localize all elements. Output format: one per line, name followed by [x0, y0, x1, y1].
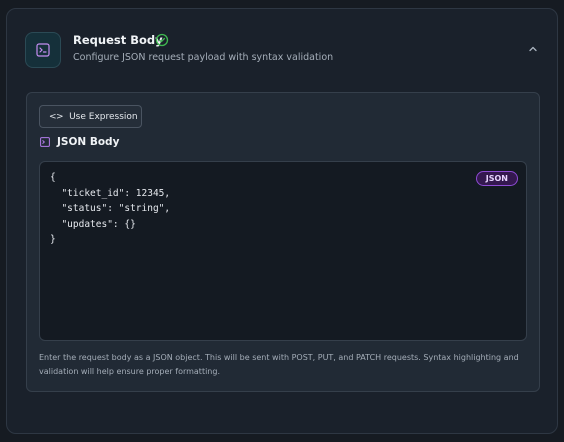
check-circle-icon: [155, 33, 169, 47]
use-expression-label: Use Expression: [69, 111, 138, 122]
json-body-label-row: JSON Body: [40, 135, 119, 149]
json-badge: JSON: [475, 171, 518, 186]
json-code[interactable]: { "ticket_id": 12345, "status": "string"…: [50, 170, 170, 248]
json-body-label: JSON Body: [57, 136, 120, 148]
request-body-panel: <> Use Expression JSON Body { "ticket_id…: [26, 92, 540, 392]
section-header[interactable]: Request Body Configure JSON request payl…: [7, 9, 557, 85]
terminal-icon: [40, 137, 50, 147]
help-text: Enter the request body as a JSON object.…: [39, 353, 519, 376]
section-title: Request Body: [73, 33, 163, 47]
request-body-card: Request Body Configure JSON request payl…: [6, 8, 558, 434]
code-brackets-icon: <>: [49, 111, 64, 122]
chevron-up-icon[interactable]: [527, 43, 539, 55]
json-editor[interactable]: { "ticket_id": 12345, "status": "string"…: [39, 161, 527, 341]
use-expression-button[interactable]: <> Use Expression: [39, 105, 142, 128]
section-subtitle: Configure JSON request payload with synt…: [73, 52, 334, 63]
terminal-icon: [25, 32, 61, 68]
